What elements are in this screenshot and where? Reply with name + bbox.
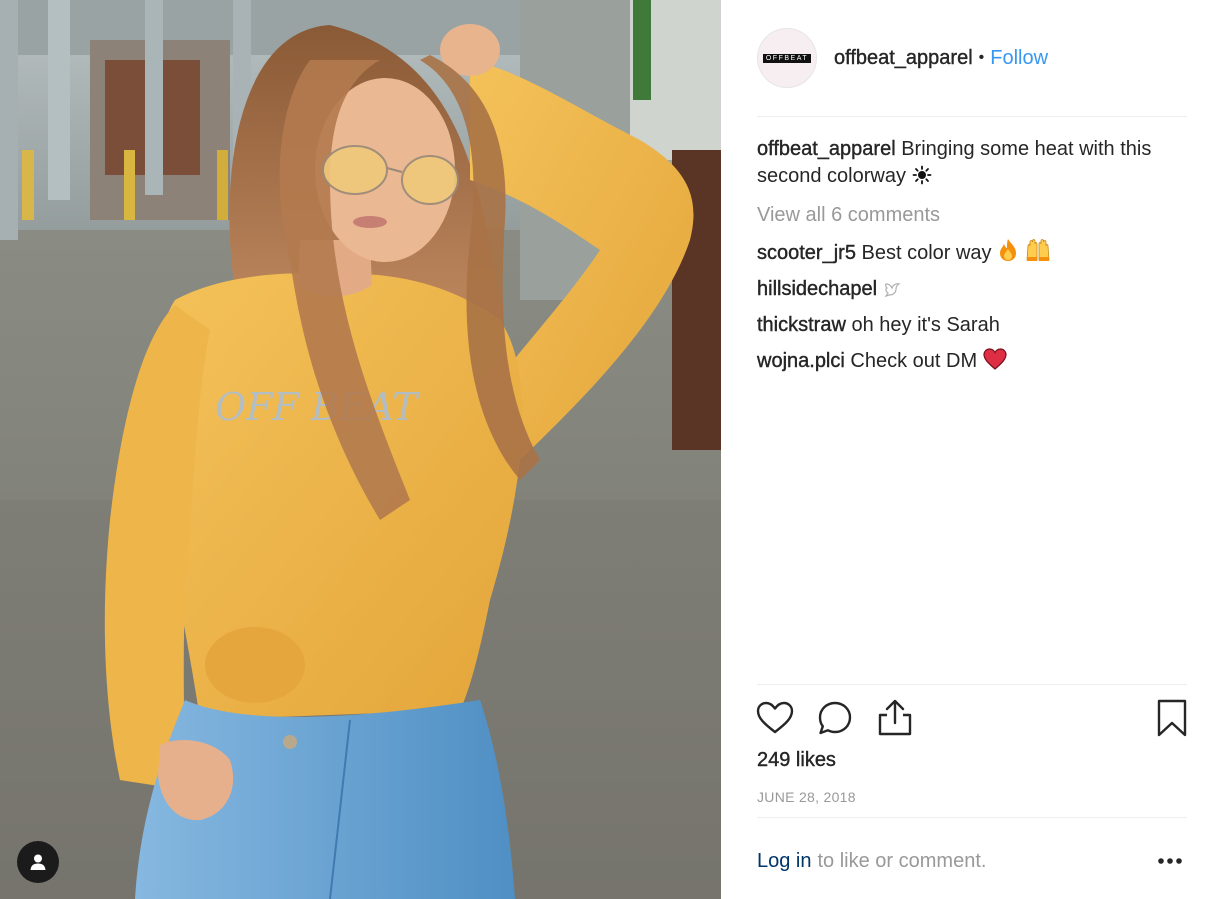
comment-text: Best color way [861, 242, 992, 264]
likes-count[interactable]: 249 likes [757, 749, 836, 772]
comments-section: offbeat_apparel Bringing some heat with … [757, 136, 1187, 384]
separator-dot: • [978, 49, 985, 66]
header-divider [757, 116, 1187, 117]
post-footer: Log in to like or comment. [757, 846, 1187, 876]
comment-item: wojna.plci Check out DM [757, 348, 1187, 375]
post-photo[interactable]: OFF BEAT [0, 0, 721, 899]
avatar-logo: OFFBEAT [762, 53, 812, 63]
header-text: offbeat_apparel • Follow [834, 45, 1048, 71]
comment-item: hillsidechapel [757, 276, 1187, 303]
footer-divider [757, 817, 1187, 818]
post-header: OFFBEAT offbeat_apparel • Follow [757, 28, 1187, 116]
heart-emoji-icon [983, 348, 1007, 370]
login-prompt-text: to like or comment. [817, 849, 987, 872]
caption-username[interactable]: offbeat_apparel [757, 138, 896, 160]
comment-item: scooter_jr5 Best color way [757, 238, 1187, 267]
bookmark-icon[interactable] [1152, 698, 1192, 738]
comment-username[interactable]: scooter_jr5 [757, 242, 856, 264]
login-link[interactable]: Log in [757, 850, 812, 873]
fire-emoji-icon [1000, 239, 1017, 261]
user-tag-icon[interactable] [17, 841, 59, 883]
post-actions [755, 698, 1187, 738]
comment-item: thickstraw oh hey it's Sarah [757, 312, 1187, 339]
comment-username[interactable]: hillsidechapel [757, 278, 877, 300]
raised-hands-emoji-icon [1026, 239, 1050, 261]
heart-icon[interactable] [755, 698, 795, 738]
actions-divider [757, 684, 1187, 685]
comment-text: Check out DM [850, 350, 978, 372]
dove-emoji-icon [884, 283, 901, 298]
comment-username[interactable]: wojna.plci [757, 350, 845, 372]
user-tag-glyph [30, 854, 46, 870]
avatar[interactable]: OFFBEAT [757, 28, 817, 88]
post-username[interactable]: offbeat_apparel [834, 45, 973, 71]
comment-icon[interactable] [815, 698, 855, 738]
view-all-comments-link[interactable]: View all 6 comments [757, 202, 1187, 229]
follow-button[interactable]: Follow [990, 45, 1048, 71]
more-options-icon[interactable] [1155, 848, 1185, 874]
svg-text:OFF BEAT: OFF BEAT [215, 385, 420, 429]
share-icon[interactable] [875, 698, 915, 738]
post-date[interactable]: JUNE 28, 2018 [757, 789, 856, 805]
comment-username[interactable]: thickstraw [757, 314, 846, 336]
comment-text: oh hey it's Sarah [851, 314, 1000, 336]
sun-emoji-icon [912, 165, 931, 185]
post-sidebar: OFFBEAT offbeat_apparel • Follow offbeat… [721, 0, 1208, 899]
photo-scene: OFF BEAT [0, 0, 721, 899]
post-caption: offbeat_apparel Bringing some heat with … [757, 136, 1187, 190]
